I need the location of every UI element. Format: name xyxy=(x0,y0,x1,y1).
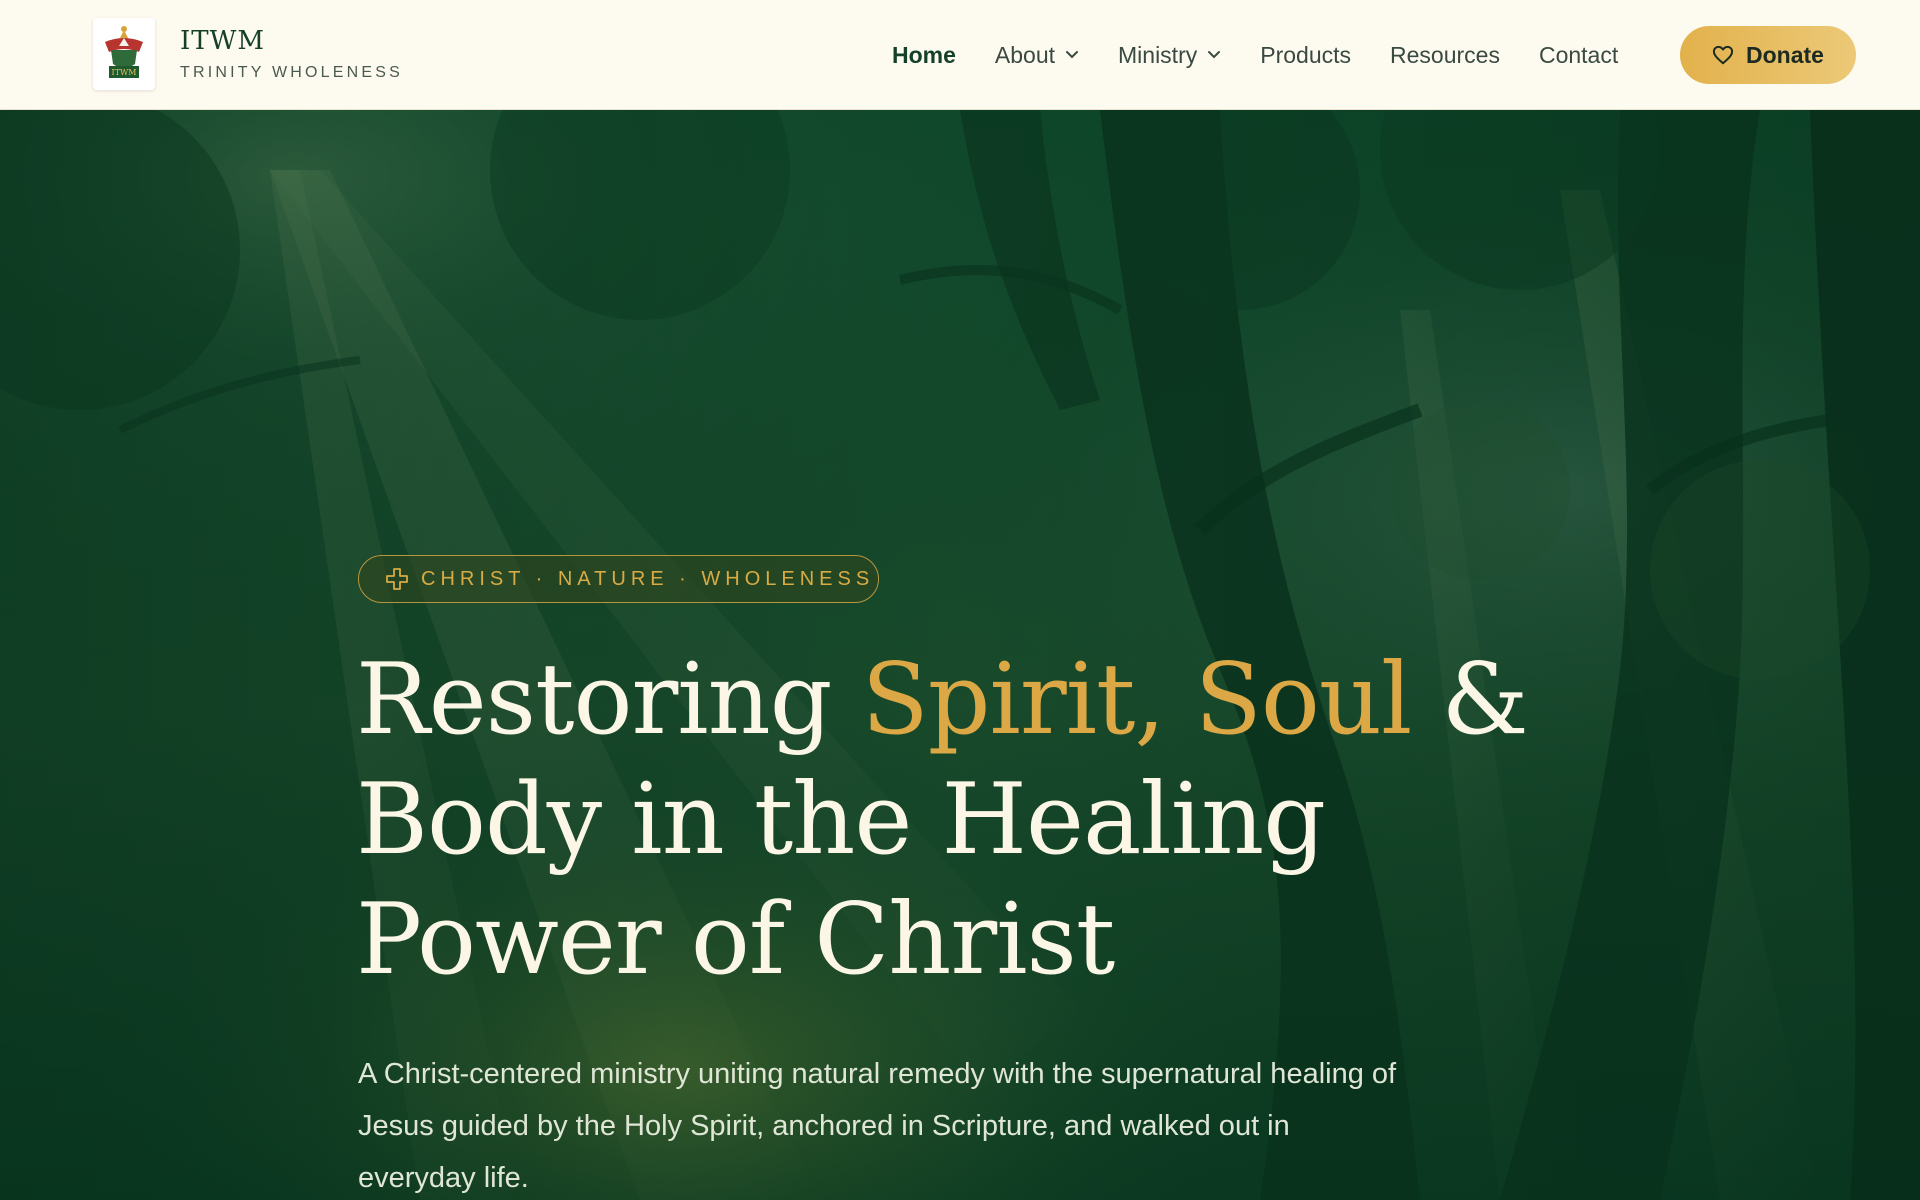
nav-item-resources[interactable]: Resources xyxy=(1390,42,1500,69)
logo[interactable]: ITWM xyxy=(93,18,155,90)
chevron-down-icon xyxy=(1066,51,1079,59)
headline-part1: Restoring xyxy=(356,643,862,757)
brand[interactable]: ITWM ITWM TRINITY WHOLENESS xyxy=(93,18,403,90)
brand-name: ITWM xyxy=(180,26,265,56)
heart-icon xyxy=(1712,45,1734,65)
hero-subtext: A Christ-centered ministry uniting natur… xyxy=(358,1058,1397,1194)
chevron-down-icon xyxy=(1208,51,1221,59)
headline-highlight: Spirit, Soul xyxy=(861,643,1413,757)
nav-item-label: Ministry xyxy=(1118,41,1198,68)
donate-button[interactable]: Donate xyxy=(1680,26,1856,84)
logo-emblem-icon: ITWM xyxy=(105,26,143,78)
nav-item-contact[interactable]: Contact xyxy=(1539,42,1618,69)
nav-item-label: Home xyxy=(892,41,956,68)
cross-icon xyxy=(386,568,408,590)
nav-item-label: About xyxy=(994,41,1056,68)
nav-item-ministry[interactable]: Ministry xyxy=(1118,42,1221,69)
site-header: ITWM ITWM TRINITY WHOLENESS Home About M… xyxy=(0,0,1920,110)
svg-text:ITWM: ITWM xyxy=(112,68,137,77)
nav-item-products[interactable]: Products xyxy=(1260,42,1351,69)
tagline-badge: CHRIST · NATURE · WHOLENESS xyxy=(358,555,879,603)
hero-headline: Restoring Spirit, Soul & Body in the Hea… xyxy=(356,640,1656,1000)
nav-item-label: Products xyxy=(1260,41,1352,68)
brand-tagline: TRINITY WHOLENESS xyxy=(180,64,404,81)
badge-text: CHRIST · NATURE · WHOLENESS xyxy=(421,567,875,590)
nav-item-home[interactable]: Home xyxy=(892,42,956,69)
main-nav: Home About Ministry Products Resources C… xyxy=(892,0,1657,110)
nav-item-label: Resources xyxy=(1390,41,1500,68)
nav-item-about[interactable]: About xyxy=(995,42,1079,69)
donate-label: Donate xyxy=(1746,41,1824,68)
hero-section: CHRIST · NATURE · WHOLENESS Restoring Sp… xyxy=(0,110,1920,1200)
nav-item-label: Contact xyxy=(1538,41,1619,68)
